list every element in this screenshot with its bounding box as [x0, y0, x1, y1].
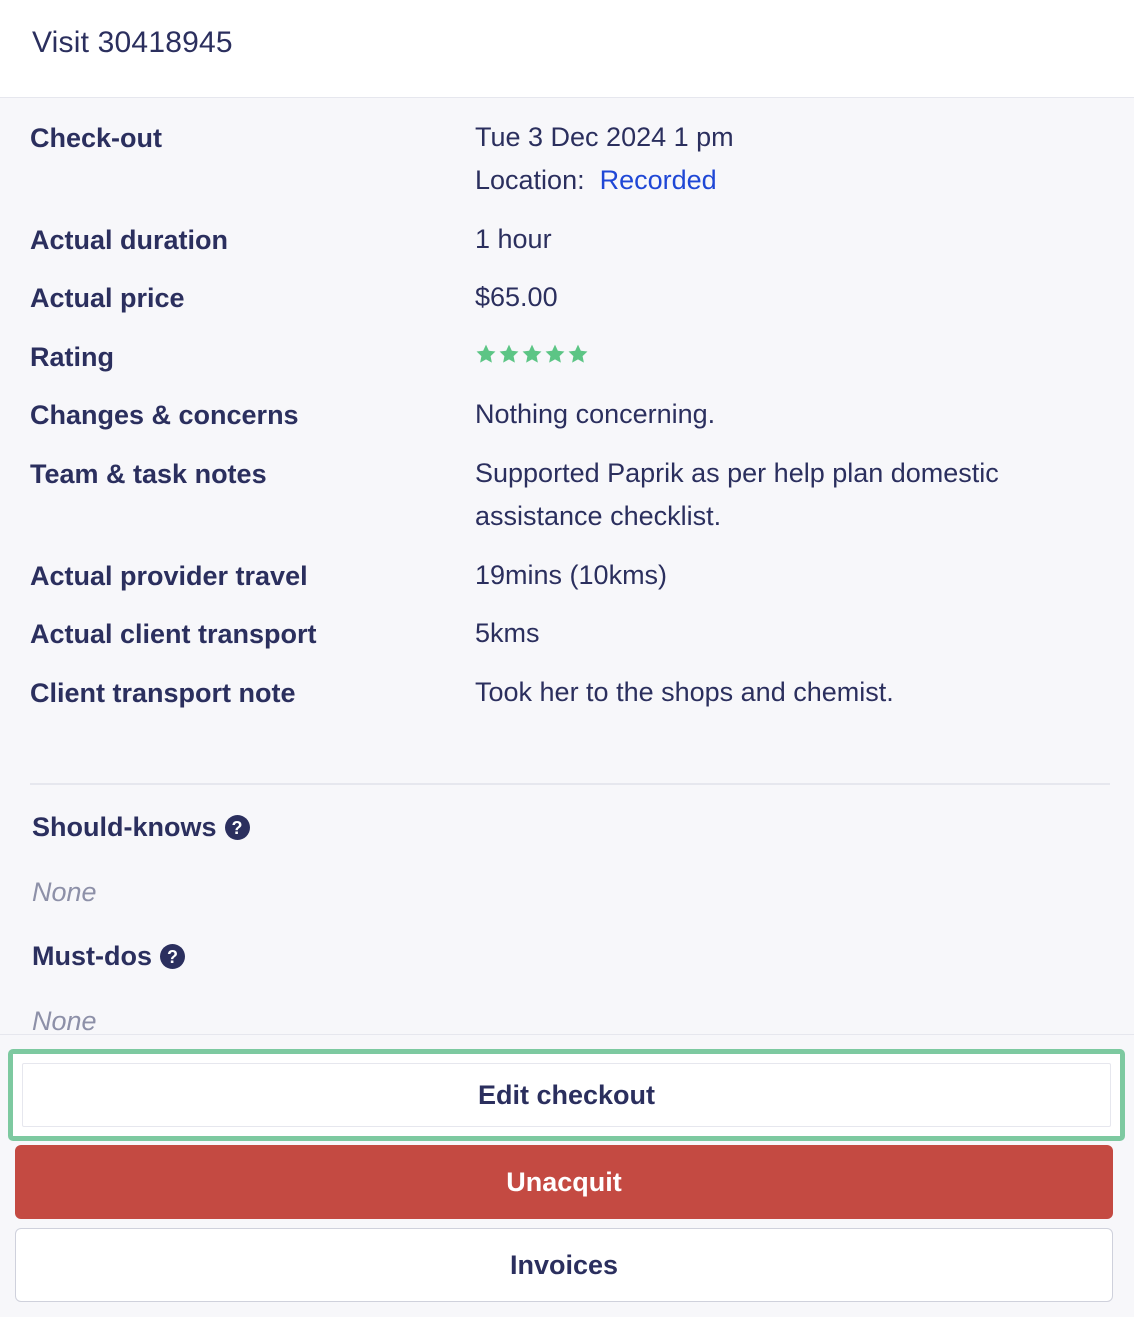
detail-label: Actual provider travel: [30, 561, 308, 591]
invoices-button[interactable]: Invoices: [15, 1228, 1113, 1302]
must-dos-value: None: [32, 1006, 97, 1034]
star-icon: [545, 344, 565, 363]
rating-stars: [475, 343, 589, 365]
detail-value: Took her to the shops and chemist.: [475, 677, 894, 707]
visit-details-panel[interactable]: Check-out Tue 3 Dec 2024 1 pm Location: …: [0, 98, 1134, 1034]
edit-checkout-button[interactable]: Edit checkout: [22, 1063, 1111, 1127]
detail-label: Rating: [30, 342, 114, 372]
detail-label: Check-out: [30, 123, 163, 153]
location-line: Location: Recorded: [475, 159, 1095, 202]
detail-label: Actual price: [30, 283, 185, 313]
detail-label: Actual client transport: [30, 619, 317, 649]
section-divider: [30, 783, 1110, 785]
unacquit-button[interactable]: Unacquit: [15, 1145, 1113, 1219]
star-icon: [522, 344, 542, 363]
star-icon: [476, 344, 496, 363]
detail-value: 1 hour: [475, 224, 552, 254]
detail-label: Client transport note: [30, 678, 296, 708]
detail-label: Actual duration: [30, 225, 229, 255]
should-knows-title: Should-knows: [32, 812, 217, 842]
should-knows-value: None: [32, 877, 97, 907]
detail-label: Team & task notes: [30, 459, 267, 489]
visit-header: Visit 30418945: [0, 0, 1134, 98]
help-circle-icon[interactable]: ?: [224, 815, 250, 840]
detail-value: Tue 3 Dec 2024 1 pm Location: Recorded: [475, 116, 1095, 202]
help-circle-icon[interactable]: ?: [159, 944, 185, 969]
must-dos-heading: Must-dos ?: [32, 941, 185, 972]
detail-value: Nothing concerning.: [475, 399, 716, 429]
detail-value: 19mins (10kms): [475, 560, 668, 590]
detail-value: 5kms: [475, 618, 540, 648]
star-icon: [568, 344, 588, 363]
page-title: Visit 30418945: [32, 26, 233, 59]
location-recorded-link[interactable]: Recorded: [600, 165, 717, 195]
action-footer: Edit checkout Unacquit Invoices: [0, 1034, 1134, 1317]
star-icon: [499, 344, 519, 363]
should-knows-heading: Should-knows ?: [32, 812, 250, 843]
detail-value: Supported Paprik as per help plan domest…: [475, 458, 999, 531]
check-out-time: Tue 3 Dec 2024 1 pm: [475, 122, 734, 152]
detail-label: Changes & concerns: [30, 400, 299, 430]
location-label: Location:: [475, 165, 585, 195]
detail-value: $65.00: [475, 282, 558, 312]
must-dos-title: Must-dos: [32, 941, 152, 971]
